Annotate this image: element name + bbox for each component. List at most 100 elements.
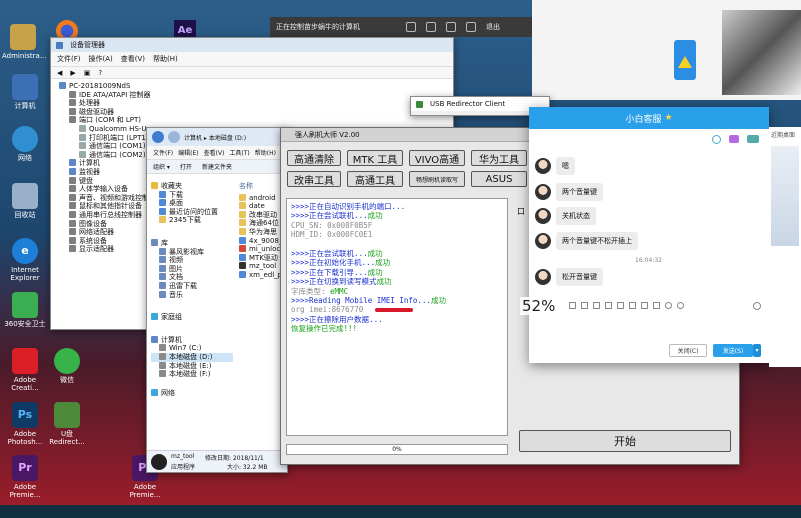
sound-icon[interactable] (426, 22, 436, 32)
huawei-tool-button[interactable]: 华为工具 (471, 150, 527, 166)
screen-icon[interactable] (406, 22, 416, 32)
qualcomm-clear-button[interactable]: 高通清除 (287, 150, 341, 166)
side-panel-text: 近期桌面 (771, 132, 796, 139)
app-icon (239, 262, 246, 270)
drive-icon (159, 361, 166, 369)
tree-item[interactable]: IDE ATA/ATAPI 控制器 (59, 90, 445, 100)
device-manager-menu: 文件(F) 操作(A) 查看(V) 帮助(H) (51, 52, 453, 67)
properties-icon[interactable]: ▣ (84, 69, 91, 77)
nav-item[interactable]: 暴风影视库 (151, 247, 233, 257)
nav-item[interactable]: 本地磁盘 (E:) (151, 361, 233, 371)
nav-item[interactable]: 图片 (151, 264, 233, 274)
desktop-icon-wechat[interactable]: 微信 (46, 348, 88, 384)
read-write-button[interactable]: 畅想刷机读取写 (409, 171, 465, 187)
asus-button[interactable]: ASUS (471, 171, 527, 187)
network-icon (69, 228, 76, 236)
ide-icon (69, 90, 76, 98)
explorer-menu-tools[interactable]: 工具(T) (229, 148, 249, 157)
menu-file[interactable]: 文件(F) (57, 54, 81, 64)
nav-item[interactable]: Win7 (C:) (151, 344, 233, 353)
nav-item[interactable]: 本地磁盘 (F:) (151, 370, 233, 379)
folder-icon[interactable] (581, 302, 588, 309)
usb-icon (416, 100, 423, 108)
phone-call-icon[interactable] (712, 135, 721, 144)
help-icon[interactable]: ? (98, 69, 102, 77)
nav-favorites[interactable]: 收藏夹 (151, 182, 233, 191)
fullscreen-icon[interactable] (466, 22, 476, 32)
side-panel: 近期桌面 (769, 127, 801, 367)
tree-root[interactable]: PC-20181009NdS (59, 82, 445, 91)
image-icon[interactable] (593, 302, 600, 309)
scissors-icon[interactable] (569, 302, 576, 309)
screen-icon[interactable] (605, 302, 612, 309)
desktop-icon-premiere[interactable]: Pr Adobe Premie... (4, 455, 46, 499)
status-file-date: 修改日期: 2018/11/1 (205, 455, 264, 462)
nav-item[interactable]: 视频 (151, 256, 233, 265)
chat-input[interactable] (533, 314, 765, 342)
tree-item[interactable]: 端口 (COM 和 LPT) (59, 116, 445, 125)
nav-item[interactable]: 2345下载 (151, 216, 233, 225)
nav-item-selected[interactable]: 本地磁盘 (D:) (151, 352, 233, 362)
file-icon[interactable] (641, 302, 648, 309)
desktop-icon-360[interactable]: 360安全卫士 (4, 292, 46, 328)
nav-libraries[interactable]: 库 (151, 238, 233, 248)
emoji-icon[interactable] (677, 302, 684, 309)
new-folder-button[interactable]: 新建文件夹 (202, 162, 232, 171)
nav-item[interactable]: 桌面 (151, 199, 233, 208)
clipboard-icon[interactable] (629, 302, 636, 309)
explorer-menu-help[interactable]: 帮助(H) (255, 148, 276, 157)
nav-computer[interactable]: 计算机 (151, 335, 233, 345)
menu-action[interactable]: 操作(A) (89, 54, 113, 64)
camera-icon (69, 219, 76, 227)
tree-item[interactable]: 处理器 (59, 99, 445, 108)
more-icon[interactable] (747, 135, 759, 143)
remote-exit-button[interactable]: 退出 (486, 22, 500, 32)
address-bar[interactable]: 计算机 ▸ 本地磁盘 (D:) (147, 128, 287, 146)
menu-help[interactable]: 帮助(H) (153, 54, 178, 64)
desktop-icon-computer[interactable]: 计算机 (4, 74, 46, 110)
nav-item[interactable]: 文档 (151, 273, 233, 282)
qualcomm-tool-button[interactable]: 高通工具 (347, 171, 403, 187)
back-button-icon[interactable] (152, 131, 164, 143)
library-icon (151, 238, 158, 246)
nav-item[interactable]: 下载 (151, 190, 233, 200)
display-icon[interactable] (446, 22, 456, 32)
nav-network[interactable]: 网络 (151, 388, 233, 398)
nav-homegroup[interactable]: 家庭组 (151, 313, 233, 322)
menu-view[interactable]: 查看(V) (121, 54, 145, 64)
open-button[interactable]: 打开 (180, 162, 192, 171)
start-button[interactable]: 开始 (519, 430, 731, 452)
explorer-menu-edit[interactable]: 编辑(E) (178, 148, 198, 157)
back-arrow-icon[interactable]: ◀ (57, 69, 62, 77)
nav-item[interactable]: 迅雷下载 (151, 281, 233, 291)
vivo-qualcomm-button[interactable]: VIVO高通 (409, 150, 465, 166)
desktop-icon-network[interactable]: 网络 (4, 126, 46, 162)
desktop-icon-recycle-bin[interactable]: 回收站 (4, 183, 46, 219)
organize-button[interactable]: 组织 ▾ (153, 162, 170, 171)
forward-arrow-icon[interactable]: ▶ (70, 69, 75, 77)
phone-icon[interactable] (617, 302, 624, 309)
serial-change-button[interactable]: 改串工具 (287, 171, 341, 187)
close-button[interactable]: 关闭(C) (669, 344, 707, 357)
desktop-icon-photoshop[interactable]: Ps Adobe Photosh... (4, 402, 46, 446)
video-call-icon[interactable] (729, 135, 739, 143)
folder-icon (159, 216, 166, 224)
shake-icon[interactable] (653, 302, 660, 309)
desktop-icon-admin[interactable]: Administra... (2, 24, 47, 60)
history-icon[interactable] (753, 302, 761, 310)
nav-item[interactable]: 音乐 (151, 290, 233, 300)
explorer-menu-file[interactable]: 文件(F) (153, 148, 173, 157)
send-options-chevron-icon[interactable]: ▾ (753, 344, 761, 357)
desktop-icon-adobe-creative[interactable]: Adobe Creati... (4, 348, 46, 392)
explorer-menu-view[interactable]: 查看(V) (204, 148, 225, 157)
gift-icon[interactable] (665, 302, 672, 309)
forward-button-icon[interactable] (168, 131, 180, 143)
send-button[interactable]: 发送(S) (713, 344, 753, 357)
explorer-toolbar: 组织 ▾ 打开 新建文件夹 (147, 160, 287, 174)
log-line: >>>>正在擦除用户数据... (291, 314, 383, 324)
thunder-download-icon (159, 281, 166, 289)
side-panel-image (771, 146, 799, 246)
desktop-icon-usb-redirector[interactable]: U盘 Redirect... (46, 402, 88, 446)
mtk-tool-button[interactable]: MTK 工具 (347, 150, 403, 166)
desktop-icon-ie[interactable]: e Internet Explorer (4, 238, 46, 282)
